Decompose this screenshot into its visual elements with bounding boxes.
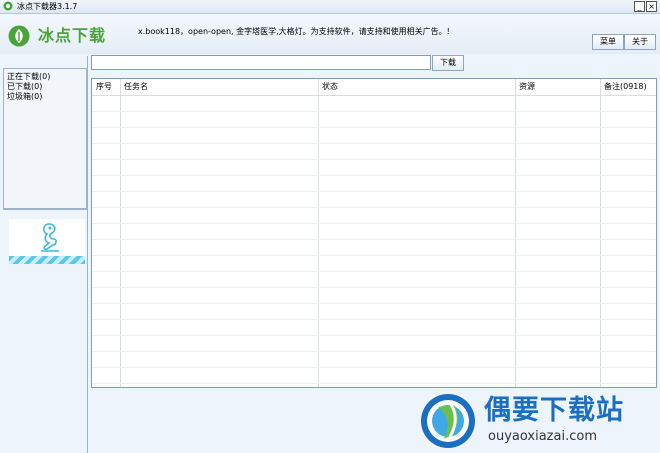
row-guide bbox=[92, 223, 656, 224]
category-tree: 正在下载(0) 已下载(0) 垃圾箱(0) bbox=[3, 68, 87, 209]
row-guide bbox=[92, 335, 656, 336]
column-divider bbox=[318, 79, 319, 387]
ad-stripe bbox=[9, 256, 85, 264]
minimize-button[interactable]: _ bbox=[634, 1, 645, 12]
column-divider bbox=[515, 79, 516, 387]
row-guide bbox=[92, 159, 656, 160]
app-icon bbox=[3, 1, 13, 11]
column-header-status[interactable]: 状态 bbox=[319, 79, 338, 95]
row-guide bbox=[92, 239, 656, 240]
table-header: 序号 任务名 状态 资源 备注(0918) bbox=[92, 79, 656, 96]
about-button[interactable]: 关于 bbox=[624, 34, 656, 50]
url-input[interactable] bbox=[91, 55, 431, 70]
row-guide bbox=[92, 367, 656, 368]
row-guide bbox=[92, 255, 656, 256]
marquee-ticker: x.book118，open-open, 金字塔医学,大格灯。为支持软件，请支持… bbox=[138, 27, 450, 36]
ad-banner[interactable] bbox=[9, 219, 85, 264]
row-guide bbox=[92, 303, 656, 304]
mascot-icon bbox=[41, 223, 59, 252]
download-button[interactable]: 下载 bbox=[432, 55, 464, 71]
row-guide bbox=[92, 383, 656, 384]
column-header-source[interactable]: 资源 bbox=[516, 79, 535, 95]
sidebar-divider bbox=[3, 209, 87, 210]
row-guide bbox=[92, 111, 656, 112]
row-guide bbox=[92, 287, 656, 288]
row-guide bbox=[92, 207, 656, 208]
row-guide bbox=[92, 127, 656, 128]
title-bar: 冰点下载器3.1.7 _ × bbox=[0, 0, 660, 14]
column-header-index[interactable]: 序号 bbox=[93, 79, 112, 95]
column-divider bbox=[120, 79, 121, 387]
row-guide bbox=[92, 175, 656, 176]
logo-text: 冰点下载 bbox=[38, 26, 107, 45]
row-guide bbox=[92, 351, 656, 352]
brand-logo-icon bbox=[421, 394, 475, 448]
column-divider bbox=[600, 79, 601, 387]
column-header-note[interactable]: 备注(0918) bbox=[601, 79, 647, 95]
row-guide bbox=[92, 191, 656, 192]
brand-url: ouyaoxiazai.com bbox=[488, 429, 597, 444]
row-guide bbox=[92, 271, 656, 272]
sidebar-border bbox=[87, 56, 88, 453]
tree-item-downloaded[interactable]: 已下载(0) bbox=[4, 82, 86, 92]
menu-button[interactable]: 菜单 bbox=[592, 34, 624, 50]
tree-item-downloading[interactable]: 正在下载(0) bbox=[4, 69, 86, 82]
row-guide bbox=[92, 143, 656, 144]
site-watermark: 偶要下载站 ouyaoxiazai.com bbox=[418, 390, 658, 453]
row-guide bbox=[92, 319, 656, 320]
leaf-logo-icon bbox=[8, 25, 30, 47]
window-title: 冰点下载器3.1.7 bbox=[17, 2, 78, 11]
brand-name: 偶要下载站 bbox=[484, 395, 624, 426]
column-header-task-name[interactable]: 任务名 bbox=[121, 79, 148, 95]
tree-item-trash[interactable]: 垃圾箱(0) bbox=[4, 92, 86, 102]
close-button[interactable]: × bbox=[646, 1, 657, 12]
task-table[interactable]: 序号 任务名 状态 资源 备注(0918) bbox=[91, 78, 657, 388]
